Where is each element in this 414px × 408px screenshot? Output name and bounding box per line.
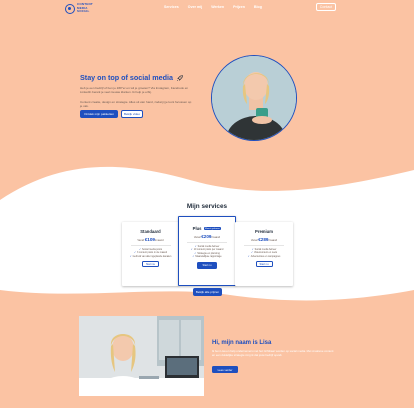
- services-heading: Mijn services: [186, 203, 228, 210]
- feature-item: ✓Advertenties en campagnes: [235, 255, 293, 259]
- logo[interactable]: CONTENT MEDIA SOCIAL: [65, 2, 103, 15]
- check-icon: ✓: [133, 251, 136, 255]
- check-icon: ✓: [129, 254, 132, 258]
- check-icon: ✓: [138, 247, 141, 251]
- feature-text: Videocontent en reels: [253, 251, 278, 255]
- watch-video-button[interactable]: Bekijk video: [121, 110, 143, 118]
- price-prefix: Vanaf: [193, 236, 201, 239]
- card-title-text: Plus: [192, 226, 202, 231]
- price-value: €109: [144, 237, 155, 242]
- rocket-icon: [176, 74, 183, 81]
- feature-text: Social media posts: [141, 247, 163, 251]
- view-all-prices-button[interactable]: Bekijk alle prijzen: [193, 288, 222, 296]
- feature-item: ✓Maandelijkse rapportage: [179, 255, 235, 259]
- price-value: €209: [201, 234, 212, 239]
- nav-item-over-mij[interactable]: Over mij: [188, 5, 202, 9]
- hero-portrait-image: [211, 55, 297, 141]
- start-plus-button[interactable]: Start nu: [197, 261, 217, 269]
- nav-item-prijzen[interactable]: Prijzen: [233, 5, 245, 9]
- nav-links: Services Over mij Werken Prijzen Blog: [164, 5, 271, 9]
- price-suffix: /maand: [154, 239, 164, 242]
- card-price: Vanaf €289/maand: [235, 237, 293, 242]
- feature-text: 3 content posts in de maand: [136, 251, 168, 255]
- hero-paragraph-1: Heb je een bedrijf of ben je ZZP'er en w…: [80, 86, 189, 95]
- feature-item: ✓Gebruik van alle ingeplande kanalen: [122, 255, 179, 259]
- feature-text: Advertenties en campagnes: [250, 254, 281, 258]
- portrait-illustration: [212, 56, 296, 140]
- divider: [187, 242, 227, 243]
- card-price: Vanaf €209/maand: [179, 234, 235, 239]
- check-icon: ✓: [194, 244, 197, 248]
- feature-text: Maandelijkse rapportage: [195, 255, 222, 259]
- nav-item-blog[interactable]: Blog: [254, 5, 262, 9]
- nav-item-services[interactable]: Services: [164, 5, 179, 9]
- logo-text: CONTENT MEDIA SOCIAL: [77, 2, 93, 14]
- logo-mark-icon: [65, 3, 75, 14]
- discover-packages-button[interactable]: Ontdek mijn pakketten: [80, 110, 118, 118]
- feature-text: Gebruik van alle ingeplande kanalen: [132, 254, 172, 258]
- start-premium-button[interactable]: Start nu: [255, 261, 273, 268]
- about-text: Ik ben Lisa en help ondernemers met het …: [212, 349, 334, 357]
- card-title: Standaard: [140, 229, 161, 234]
- check-icon: ✓: [194, 251, 197, 255]
- pricing-card-plus: Plus Meest gekozen Vanaf €209/maand ✓Soc…: [178, 216, 236, 286]
- logo-line-3: SOCIAL: [77, 9, 90, 14]
- popular-badge: Meest gekozen: [203, 226, 222, 231]
- hero-paragraph-2: Content creatie, design en strategie. Al…: [80, 100, 192, 109]
- check-icon: ✓: [190, 248, 193, 252]
- contact-button[interactable]: Contact: [316, 3, 336, 11]
- card-price: Vanaf €109/maand: [122, 237, 179, 242]
- feature-text: Social media beheer: [197, 244, 220, 248]
- hero-title-text: Stay on top of social media: [80, 73, 174, 82]
- start-standaard-button[interactable]: Start nu: [142, 261, 159, 268]
- office-illustration: [79, 316, 204, 396]
- check-icon: ✓: [250, 251, 253, 255]
- card-title: Premium: [255, 229, 273, 234]
- feature-text: 10 content posts per maand: [193, 248, 224, 252]
- about-heading: Hi, mijn naam is Lisa: [212, 340, 272, 346]
- divider: [130, 245, 171, 246]
- top-navigation: CONTENT MEDIA SOCIAL Services Over mij W…: [0, 0, 414, 17]
- feature-text: Strategie en planning: [197, 251, 220, 255]
- pricing-card-premium: Premium Vanaf €289/maand ✓Social media b…: [235, 222, 293, 286]
- price-suffix: /maand: [268, 239, 278, 242]
- read-more-button[interactable]: Lees verder: [212, 366, 238, 373]
- hero-title: Stay on top of social media: [80, 73, 184, 82]
- pricing-card-standaard: Standaard Vanaf €109/maand ✓Social media…: [122, 222, 179, 286]
- price-value: €289: [258, 237, 269, 242]
- feature-text: Social media beheer: [254, 247, 277, 251]
- about-photo: [79, 316, 204, 396]
- price-suffix: /maand: [211, 236, 221, 239]
- price-prefix: Vanaf: [250, 239, 258, 242]
- check-icon: ✓: [247, 254, 250, 258]
- price-prefix: Vanaf: [137, 239, 144, 242]
- nav-item-werken[interactable]: Werken: [211, 5, 224, 9]
- card-title: Plus Meest gekozen: [179, 226, 235, 231]
- divider: [244, 245, 284, 246]
- check-icon: ✓: [251, 247, 254, 251]
